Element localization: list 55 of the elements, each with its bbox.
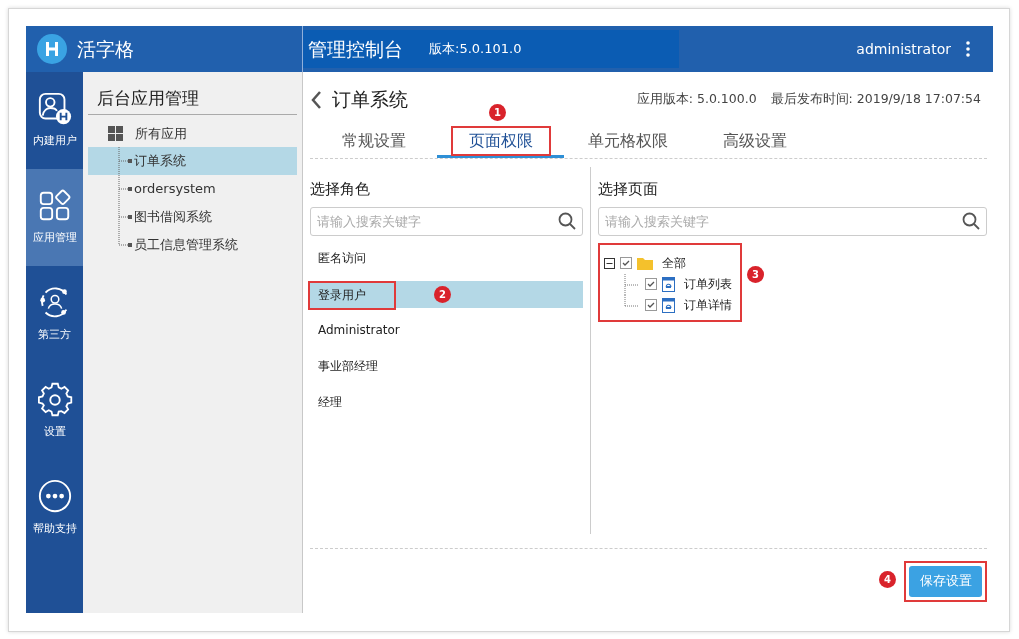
settings-icon — [36, 382, 73, 419]
role-item[interactable]: 经理 — [310, 388, 583, 416]
app-version: 应用版本: 5.0.100.0 — [636, 90, 757, 106]
version-text: 版本:5.0.101.0 — [429, 40, 522, 59]
callout-number: 2 — [434, 285, 451, 303]
callout-frame: 登录用户 — [308, 280, 396, 310]
logo-icon — [37, 34, 67, 64]
nav-item[interactable]: 设置 — [26, 363, 83, 460]
tab[interactable]: 常规设置 — [310, 126, 437, 158]
collapse-toggle-icon[interactable] — [604, 257, 615, 269]
app-name: 活字格 — [77, 36, 134, 62]
chevron-left-icon — [310, 89, 322, 110]
username[interactable]: administrator — [856, 38, 957, 60]
role-item[interactable]: Administrator — [310, 316, 583, 344]
checkbox[interactable] — [620, 257, 632, 270]
nav-item[interactable]: 应用管理 — [26, 169, 83, 266]
page-icon — [662, 297, 675, 313]
tree-item[interactable]: ordersystem — [88, 174, 297, 203]
nav-item[interactable]: 第三方 — [26, 266, 83, 363]
console-title: 管理控制台 — [308, 36, 403, 62]
tree-connector — [118, 174, 132, 203]
folder-icon — [637, 256, 653, 270]
tree-item[interactable]: 订单系统 — [88, 146, 297, 175]
role-item[interactable]: 登录用户 2 — [310, 280, 583, 308]
tree-node[interactable]: 全部 — [662, 254, 686, 272]
tab[interactable]: 高级设置 — [691, 126, 818, 158]
sidebar-title: 后台应用管理 — [88, 86, 297, 115]
more-vertical-icon — [965, 41, 971, 57]
grid-icon — [108, 126, 123, 141]
publish-time: 最后发布时间: 2019/9/18 17:07:54 — [770, 90, 981, 106]
tree-item[interactable]: 员工信息管理系统 — [88, 230, 297, 259]
page-icon — [662, 276, 675, 292]
callout-frame: 页面权限 — [450, 126, 551, 156]
tree-node[interactable]: 订单列表 — [684, 275, 732, 293]
callout-number: 4 — [879, 570, 896, 588]
tree-root[interactable]: 所有应用 — [135, 123, 187, 144]
tree-connector — [118, 146, 132, 175]
tree-node[interactable]: 订单详情 — [684, 296, 732, 314]
callout-number: 1 — [489, 104, 506, 121]
nav-item[interactable]: 内建用户 — [26, 72, 83, 169]
callout-number: 3 — [747, 265, 764, 283]
column-title: 选择角色 — [310, 180, 371, 199]
search-icon — [962, 211, 980, 230]
tab[interactable]: 单元格权限 — [564, 126, 691, 158]
checkbox[interactable] — [645, 299, 657, 312]
checkbox[interactable] — [645, 278, 657, 291]
role-item[interactable]: 匿名访问 — [310, 244, 583, 272]
search-icon — [558, 211, 576, 230]
column-title: 选择页面 — [598, 180, 659, 199]
role-item[interactable]: 事业部经理 — [310, 352, 583, 380]
nav-item[interactable]: 帮助支持 — [26, 460, 83, 557]
search-field[interactable]: 请输入搜索关键字 — [310, 206, 583, 236]
page-title: 订单系统 — [332, 86, 408, 112]
tree-item[interactable]: 图书借阅系统 — [88, 202, 297, 231]
search-field[interactable]: 请输入搜索关键字 — [598, 206, 987, 236]
